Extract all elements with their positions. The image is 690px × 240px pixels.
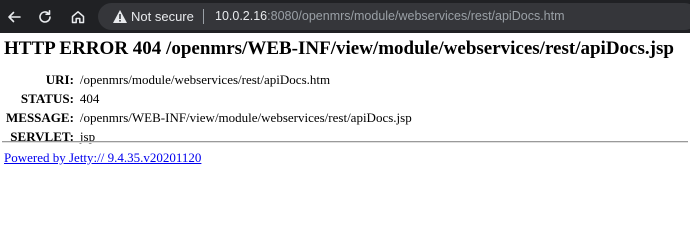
url-host: 10.0.2.16: [215, 9, 268, 23]
row-label-status: STATUS:: [20, 91, 74, 106]
jetty-footer-link[interactable]: Powered by Jetty:// 9.4.35.v20201120: [4, 150, 201, 166]
row-label-servlet: SERVLET:: [10, 129, 74, 144]
error-info-table: URI: /openmrs/module/webservices/rest/ap…: [4, 71, 414, 147]
url-text[interactable]: 10.0.2.16:8080/openmrs/module/webservice…: [215, 9, 565, 23]
home-icon[interactable]: [66, 5, 90, 29]
table-row: STATUS: 404: [4, 90, 414, 109]
row-value-uri: /openmrs/module/webservices/rest/apiDocs…: [79, 72, 331, 87]
table-row: URI: /openmrs/module/webservices/rest/ap…: [4, 71, 414, 90]
browser-toolbar: Not secure 10.0.2.16:8080/openmrs/module…: [0, 0, 690, 33]
page-content: HTTP ERROR 404 /openmrs/WEB-INF/view/mod…: [0, 33, 690, 213]
warning-triangle-icon[interactable]: [112, 9, 128, 24]
row-label-message: MESSAGE:: [6, 110, 74, 125]
omnibox-separator: [203, 9, 204, 24]
row-value-status: 404: [79, 91, 100, 106]
row-value-servlet: jsp: [79, 129, 96, 144]
row-value-message: /openmrs/WEB-INF/view/module/webservices…: [79, 110, 412, 125]
table-row: SERVLET: jsp: [4, 128, 414, 147]
row-label-uri: URI:: [45, 72, 74, 87]
security-status-label[interactable]: Not secure: [131, 9, 194, 24]
page-title: HTTP ERROR 404 /openmrs/WEB-INF/view/mod…: [4, 38, 674, 59]
reload-icon[interactable]: [33, 5, 57, 29]
address-bar[interactable]: Not secure 10.0.2.16:8080/openmrs/module…: [98, 3, 690, 30]
url-path: :8080/openmrs/module/webservices/rest/ap…: [267, 9, 565, 23]
horizontal-rule: [2, 141, 688, 143]
back-arrow-icon[interactable]: [2, 5, 26, 29]
table-row: MESSAGE: /openmrs/WEB-INF/view/module/we…: [4, 109, 414, 128]
